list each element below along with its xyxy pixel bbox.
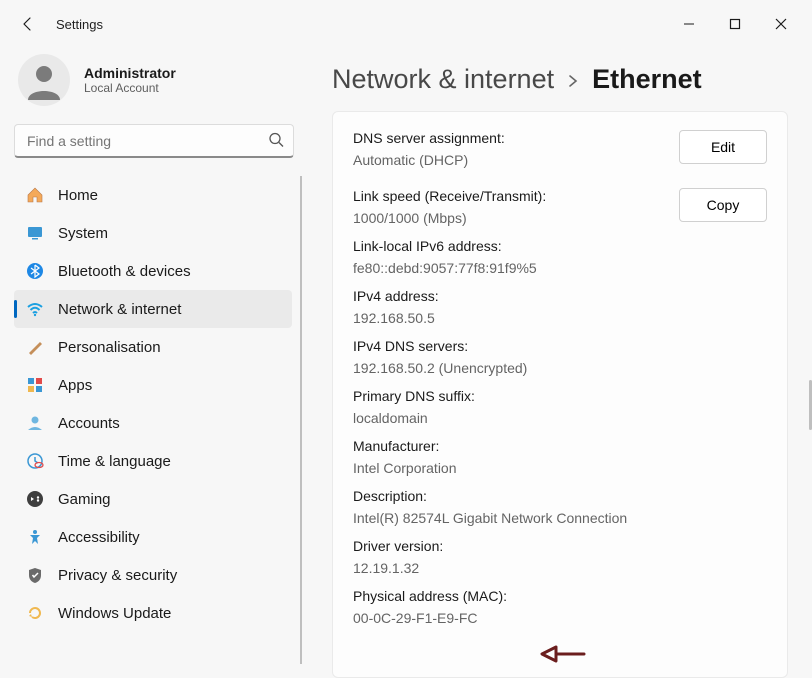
sidebar-item-update[interactable]: Windows Update <box>14 594 292 632</box>
sidebar-item-label: Time & language <box>58 453 171 470</box>
mac-label: Physical address (MAC): <box>353 588 627 604</box>
ipv6-ll-value: fe80::debd:9057:77f8:91f9%5 <box>353 260 627 276</box>
accessibility-icon <box>26 528 44 546</box>
sidebar-item-label: Home <box>58 187 98 204</box>
edit-button[interactable]: Edit <box>679 130 767 164</box>
ipv4-label: IPv4 address: <box>353 288 627 304</box>
main-content: Network & internet Ethernet DNS server a… <box>308 48 812 678</box>
sidebar-item-label: Apps <box>58 377 92 394</box>
sidebar: Administrator Local Account Home System … <box>0 48 308 678</box>
description-value: Intel(R) 82574L Gigabit Network Connecti… <box>353 510 627 526</box>
sidebar-nav: Home System Bluetooth & devices Network … <box>14 176 302 664</box>
copy-button[interactable]: Copy <box>679 188 767 222</box>
ethernet-details-panel: DNS server assignment: Automatic (DHCP) … <box>332 111 788 678</box>
description-label: Description: <box>353 488 627 504</box>
search-icon <box>268 132 284 151</box>
sidebar-item-accessibility[interactable]: Accessibility <box>14 518 292 556</box>
home-icon <box>26 186 44 204</box>
sidebar-item-bluetooth[interactable]: Bluetooth & devices <box>14 252 292 290</box>
sidebar-item-accounts[interactable]: Accounts <box>14 404 292 442</box>
sidebar-item-privacy[interactable]: Privacy & security <box>14 556 292 594</box>
mac-value: 00-0C-29-F1-E9-FC <box>353 610 627 626</box>
wifi-icon <box>26 300 44 318</box>
breadcrumb-parent[interactable]: Network & internet <box>332 64 554 95</box>
sidebar-item-label: Privacy & security <box>58 567 177 584</box>
sidebar-item-time[interactable]: Time & language <box>14 442 292 480</box>
dns-assignment-label: DNS server assignment: <box>353 130 505 146</box>
bluetooth-icon <box>26 262 44 280</box>
manufacturer-value: Intel Corporation <box>353 460 627 476</box>
sidebar-item-label: Bluetooth & devices <box>58 263 191 280</box>
ipv4-value: 192.168.50.5 <box>353 310 627 326</box>
breadcrumb-current: Ethernet <box>592 64 702 95</box>
apps-icon <box>26 376 44 394</box>
sidebar-item-label: Network & internet <box>58 301 181 318</box>
sidebar-item-label: Gaming <box>58 491 111 508</box>
back-button[interactable] <box>8 4 48 44</box>
update-icon <box>26 604 44 622</box>
ipv4-dns-value: 192.168.50.2 (Unencrypted) <box>353 360 627 376</box>
sidebar-item-personalisation[interactable]: Personalisation <box>14 328 292 366</box>
privacy-icon <box>26 566 44 584</box>
sidebar-item-label: Accounts <box>58 415 120 432</box>
sidebar-item-home[interactable]: Home <box>14 176 292 214</box>
sidebar-item-label: Accessibility <box>58 529 140 546</box>
time-icon <box>26 452 44 470</box>
search-wrap <box>14 124 294 158</box>
sidebar-item-apps[interactable]: Apps <box>14 366 292 404</box>
dns-assignment-value: Automatic (DHCP) <box>353 152 505 168</box>
accounts-icon <box>26 414 44 432</box>
sidebar-item-system[interactable]: System <box>14 214 292 252</box>
titlebar: Settings <box>0 0 812 48</box>
sidebar-item-label: Windows Update <box>58 605 171 622</box>
user-name: Administrator <box>84 65 176 81</box>
chevron-right-icon <box>566 64 580 95</box>
sidebar-item-label: System <box>58 225 108 242</box>
sidebar-item-label: Personalisation <box>58 339 161 356</box>
close-button[interactable] <box>758 8 804 40</box>
breadcrumb: Network & internet Ethernet <box>332 64 788 95</box>
ipv6-ll-label: Link-local IPv6 address: <box>353 238 627 254</box>
maximize-button[interactable] <box>712 8 758 40</box>
dns-suffix-value: localdomain <box>353 410 627 426</box>
sidebar-item-network[interactable]: Network & internet <box>14 290 292 328</box>
gaming-icon <box>26 490 44 508</box>
driver-label: Driver version: <box>353 538 627 554</box>
minimize-button[interactable] <box>666 8 712 40</box>
dns-suffix-label: Primary DNS suffix: <box>353 388 627 404</box>
brush-icon <box>26 338 44 356</box>
avatar <box>18 54 70 106</box>
user-block[interactable]: Administrator Local Account <box>14 48 294 124</box>
search-input[interactable] <box>14 124 294 158</box>
driver-value: 12.19.1.32 <box>353 560 627 576</box>
window-title: Settings <box>56 17 103 32</box>
link-speed-value: 1000/1000 (Mbps) <box>353 210 627 226</box>
link-speed-label: Link speed (Receive/Transmit): <box>353 188 627 204</box>
user-subtitle: Local Account <box>84 81 176 95</box>
manufacturer-label: Manufacturer: <box>353 438 627 454</box>
sidebar-item-gaming[interactable]: Gaming <box>14 480 292 518</box>
system-icon <box>26 224 44 242</box>
ipv4-dns-label: IPv4 DNS servers: <box>353 338 627 354</box>
